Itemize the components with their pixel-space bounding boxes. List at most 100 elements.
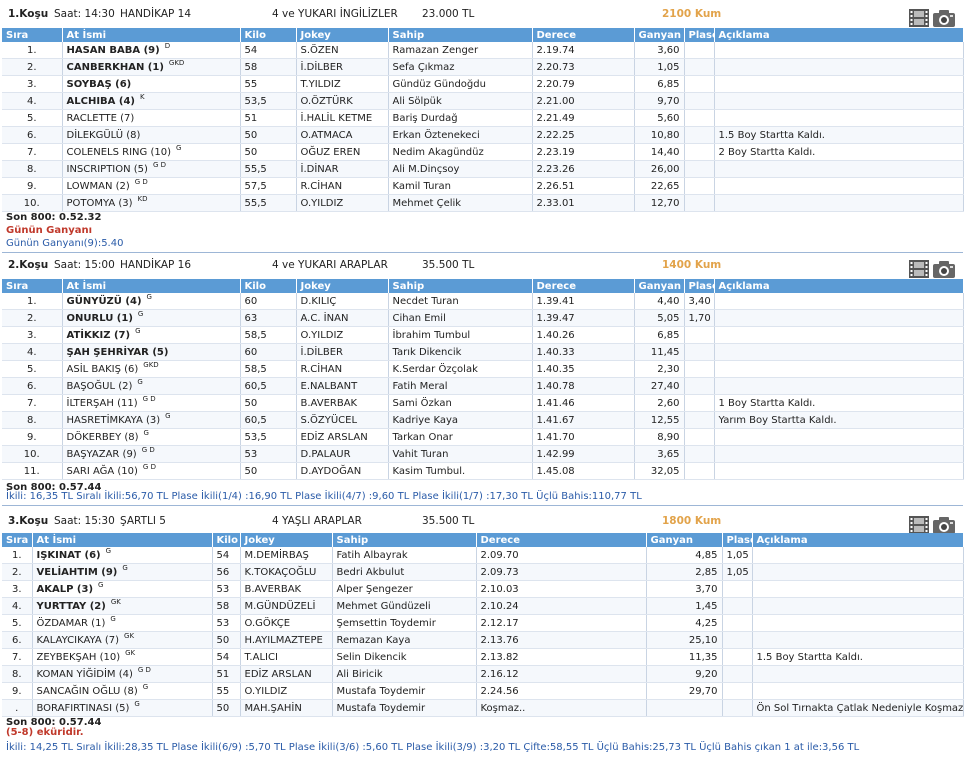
horse-name[interactable]: BAŞOĞUL (2) bbox=[67, 381, 133, 392]
column-header[interactable]: Açıklama bbox=[752, 533, 964, 547]
column-header[interactable]: Sıra bbox=[2, 533, 33, 547]
horse-name[interactable]: VELİAHTIM (9) bbox=[37, 567, 118, 578]
owner[interactable]: Remazan Kaya bbox=[332, 631, 477, 649]
jockey[interactable]: O.YILDIZ bbox=[296, 194, 389, 212]
owner[interactable]: Vahit Turan bbox=[388, 445, 533, 463]
owner[interactable]: İbrahim Tumbul bbox=[388, 326, 533, 344]
horse-name[interactable]: ÖZDAMAR (1) bbox=[37, 618, 106, 629]
horse-name[interactable]: SARI AĞA (10) bbox=[67, 466, 138, 477]
horse-name[interactable]: ZEYBEKŞAH (10) bbox=[37, 652, 121, 663]
owner[interactable]: Sami Özkan bbox=[388, 394, 533, 412]
column-header[interactable]: Ganyan bbox=[634, 28, 685, 42]
owner[interactable]: Nedim Akagündüz bbox=[388, 143, 533, 161]
jockey[interactable]: M.GÜNDÜZELİ bbox=[240, 597, 333, 615]
column-header[interactable]: Derece bbox=[532, 279, 635, 293]
column-header[interactable]: Sahip bbox=[388, 28, 533, 42]
horse-name[interactable]: IŞKINAT (6) bbox=[37, 550, 101, 561]
column-header[interactable]: Plase bbox=[684, 28, 715, 42]
horse-name[interactable]: HASRETİMKAYA (3) bbox=[67, 415, 161, 426]
column-header[interactable]: Plase bbox=[684, 279, 715, 293]
horse-name[interactable]: ASİL BAKIŞ (6) bbox=[67, 364, 139, 375]
column-header[interactable]: Jokey bbox=[296, 28, 389, 42]
horse-name[interactable]: LOWMAN (2) bbox=[67, 181, 130, 192]
owner[interactable]: Ali Biricik bbox=[332, 665, 477, 683]
owner[interactable]: Ali M.Dinçsoy bbox=[388, 160, 533, 178]
horse-name[interactable]: AKALP (3) bbox=[37, 584, 94, 595]
owner[interactable]: Kamil Turan bbox=[388, 177, 533, 195]
horse-name[interactable]: GÜNYÜZÜ (4) bbox=[67, 296, 142, 307]
column-header[interactable]: Derece bbox=[476, 533, 647, 547]
jockey[interactable]: İ.DİNAR bbox=[296, 160, 389, 178]
horse-name[interactable]: SANCAĞIN OĞLU (8) bbox=[37, 686, 138, 697]
owner[interactable]: Gündüz Gündoğdu bbox=[388, 75, 533, 93]
column-header[interactable]: Kilo bbox=[212, 533, 241, 547]
horse-name[interactable]: KALAYCIKAYA (7) bbox=[37, 635, 120, 646]
jockey[interactable]: EDİZ ARSLAN bbox=[240, 665, 333, 683]
jockey[interactable]: İ.HALİL KETME bbox=[296, 109, 389, 127]
horse-name[interactable]: BAŞYAZAR (9) bbox=[67, 449, 137, 460]
horse-name[interactable]: RACLETTE (7) bbox=[67, 113, 135, 124]
horse-name[interactable]: POTOMYA (3) bbox=[67, 198, 133, 209]
owner[interactable]: Necdet Turan bbox=[388, 293, 533, 310]
jockey[interactable]: D.KILIÇ bbox=[296, 293, 389, 310]
owner[interactable]: Ali Sölpük bbox=[388, 92, 533, 110]
column-header[interactable]: Derece bbox=[532, 28, 635, 42]
jockey[interactable]: O.ÖZTÜRK bbox=[296, 92, 389, 110]
column-header[interactable]: Sahip bbox=[332, 533, 477, 547]
horse-name[interactable]: BORAFIRTINASI (5) bbox=[37, 703, 130, 714]
horse-name[interactable]: ALCHIBA (4) bbox=[67, 96, 135, 107]
owner[interactable]: Tarkan Onar bbox=[388, 428, 533, 446]
owner[interactable]: Şemsettin Toydemir bbox=[332, 614, 477, 632]
owner[interactable]: K.Serdar Özçolak bbox=[388, 360, 533, 378]
jockey[interactable]: H.AYILMAZTEPE bbox=[240, 631, 333, 649]
owner[interactable]: Fatih Albayrak bbox=[332, 547, 477, 564]
horse-name[interactable]: COLENELS RING (10) bbox=[67, 147, 171, 158]
column-header[interactable]: At İsmi bbox=[32, 533, 213, 547]
owner[interactable]: Tarık Dikencik bbox=[388, 343, 533, 361]
owner[interactable]: Fatih Meral bbox=[388, 377, 533, 395]
jockey[interactable]: M.DEMİRBAŞ bbox=[240, 547, 333, 564]
jockey[interactable]: T.ALICI bbox=[240, 648, 333, 666]
horse-name[interactable]: DÖKERBEY (8) bbox=[67, 432, 139, 443]
jockey[interactable]: EDİZ ARSLAN bbox=[296, 428, 389, 446]
jockey[interactable]: D.AYDOĞAN bbox=[296, 462, 389, 480]
horse-name[interactable]: DİLEKGÜLÜ (8) bbox=[67, 130, 141, 141]
horse-name[interactable]: ONURLU (1) bbox=[67, 313, 133, 324]
column-header[interactable]: Açıklama bbox=[714, 28, 964, 42]
owner[interactable]: Mehmet Gündüzeli bbox=[332, 597, 477, 615]
jockey[interactable]: R.CİHAN bbox=[296, 177, 389, 195]
column-header[interactable]: Jokey bbox=[296, 279, 389, 293]
column-header[interactable]: Sıra bbox=[2, 28, 63, 42]
owner[interactable]: Mustafa Toydemir bbox=[332, 682, 477, 700]
jockey[interactable]: O.YILDIZ bbox=[296, 326, 389, 344]
owner[interactable]: Bedri Akbulut bbox=[332, 563, 477, 581]
owner[interactable]: Bariş Durdağ bbox=[388, 109, 533, 127]
jockey[interactable]: O.ATMACA bbox=[296, 126, 389, 144]
owner[interactable]: Kasim Tumbul. bbox=[388, 462, 533, 480]
horse-name[interactable]: HASAN BABA (9) bbox=[67, 45, 160, 56]
owner[interactable]: Kadriye Kaya bbox=[388, 411, 533, 429]
jockey[interactable]: O.YILDIZ bbox=[240, 682, 333, 700]
jockey[interactable]: İ.DİLBER bbox=[296, 58, 389, 76]
column-header[interactable]: Plase bbox=[722, 533, 753, 547]
owner[interactable]: Sefa Çıkmaz bbox=[388, 58, 533, 76]
jockey[interactable]: T.YILDIZ bbox=[296, 75, 389, 93]
column-header[interactable]: Açıklama bbox=[714, 279, 964, 293]
jockey[interactable]: D.PALAUR bbox=[296, 445, 389, 463]
jockey[interactable]: İ.DİLBER bbox=[296, 343, 389, 361]
horse-name[interactable]: INSCRIPTION (5) bbox=[67, 164, 148, 175]
column-header[interactable]: Ganyan bbox=[646, 533, 723, 547]
owner[interactable]: Mustafa Toydemir bbox=[332, 699, 477, 717]
owner[interactable]: Mehmet Çelik bbox=[388, 194, 533, 212]
jockey[interactable]: S.ÖZEN bbox=[296, 42, 389, 59]
jockey[interactable]: MAH.ŞAHİN bbox=[240, 699, 333, 717]
horse-name[interactable]: YURTTAY (2) bbox=[37, 601, 106, 612]
jockey[interactable]: R.CİHAN bbox=[296, 360, 389, 378]
column-header[interactable]: Sahip bbox=[388, 279, 533, 293]
horse-name[interactable]: CANBERKHAN (1) bbox=[67, 62, 164, 73]
jockey[interactable]: S.ÖZYÜCEL bbox=[296, 411, 389, 429]
owner[interactable]: Ramazan Zenger bbox=[388, 42, 533, 59]
owner[interactable]: Cihan Emil bbox=[388, 309, 533, 327]
jockey[interactable]: B.AVERBAK bbox=[296, 394, 389, 412]
horse-name[interactable]: SOYBAŞ (6) bbox=[67, 79, 132, 90]
